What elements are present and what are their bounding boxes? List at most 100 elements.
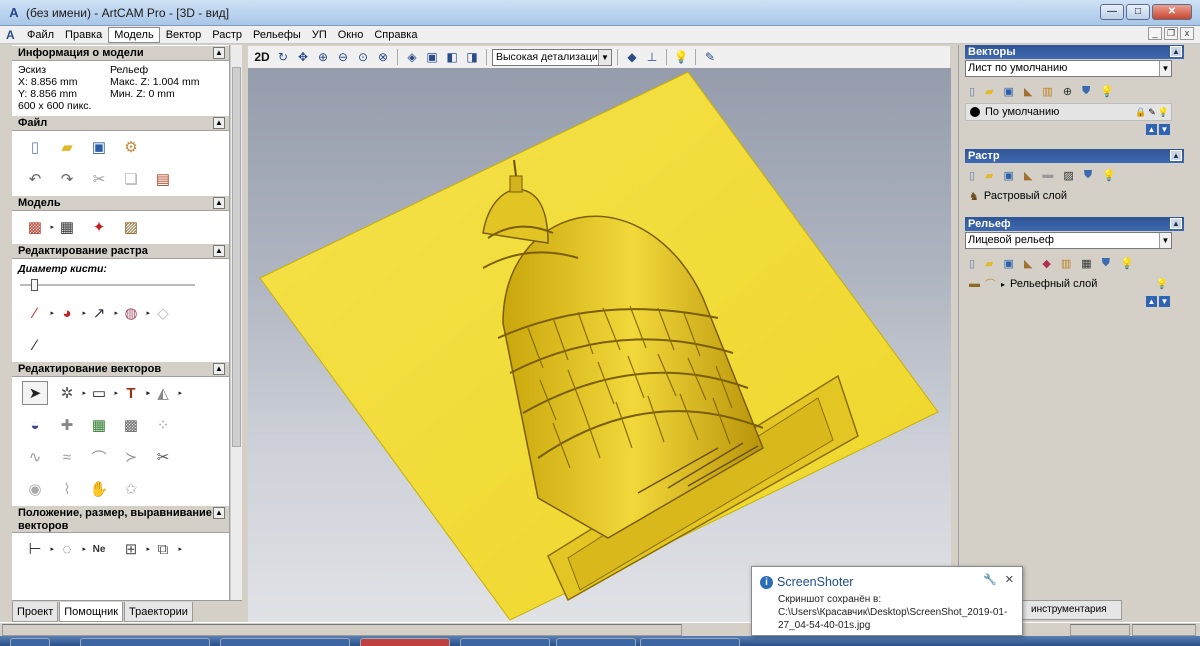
star-icon[interactable]: ✩ bbox=[118, 477, 144, 501]
move-down-icon[interactable]: ▼ bbox=[1159, 124, 1170, 135]
vector-sheet-select[interactable]: Лист по умолчанию ▼ bbox=[965, 60, 1172, 77]
delete-layer-icon[interactable]: ⛊ bbox=[1082, 85, 1090, 98]
hand-icon[interactable]: ✋ bbox=[86, 477, 112, 501]
tab-toolpaths[interactable]: Траектории bbox=[124, 602, 193, 622]
delete-raster-icon[interactable]: ⛊ bbox=[1084, 169, 1092, 182]
menu-raster[interactable]: Растр bbox=[207, 28, 247, 42]
relief-bulb-icon[interactable]: 💡 bbox=[1120, 257, 1134, 270]
fill-icon[interactable]: ◕ ▸ bbox=[54, 301, 86, 325]
rotate-icon[interactable]: ◌ ▸ bbox=[54, 537, 86, 561]
eraser-icon[interactable]: ◇ bbox=[150, 301, 176, 325]
collapse-icon[interactable]: ▲ bbox=[213, 197, 225, 209]
relief-layer-bulb-icon[interactable]: 💡 bbox=[1156, 279, 1168, 290]
light-bulb-icon[interactable]: 💡 bbox=[672, 48, 690, 66]
layer-props-icon[interactable]: ▥ bbox=[1042, 85, 1052, 98]
collapse-icon[interactable]: ▲ bbox=[1170, 150, 1182, 161]
scrollbar-thumb[interactable] bbox=[232, 67, 241, 447]
minimize-button[interactable]: — bbox=[1100, 4, 1124, 20]
join-icon[interactable]: ⌒ bbox=[86, 445, 112, 469]
edit-icon[interactable]: ✎ bbox=[1148, 107, 1156, 118]
paste-icon[interactable]: ▤ bbox=[150, 167, 176, 191]
offset-icon[interactable]: ≻ bbox=[118, 445, 144, 469]
collapse-icon[interactable]: ▲ bbox=[213, 47, 225, 59]
menu-reliefs[interactable]: Рельефы bbox=[248, 28, 306, 42]
raster-image-icon[interactable]: ▨ bbox=[1063, 169, 1073, 182]
model-image-icon[interactable]: ▦ bbox=[54, 215, 80, 239]
raster-bulb-icon[interactable]: 💡 bbox=[1102, 169, 1116, 182]
mirror-icon[interactable]: ⧉ ▸ bbox=[150, 537, 182, 561]
relief-select[interactable]: Лицевой рельеф ▼ bbox=[965, 232, 1172, 249]
new-layer-icon[interactable]: ▯ bbox=[969, 85, 975, 98]
settings-icon[interactable]: 🔧 bbox=[983, 573, 997, 586]
zoom-out-icon[interactable]: ⊖ bbox=[334, 48, 352, 66]
save-icon[interactable]: ▣ bbox=[86, 135, 112, 159]
taskbar-item[interactable] bbox=[360, 638, 450, 646]
select-arrow-icon[interactable]: ➤ bbox=[22, 381, 48, 405]
3d-viewport[interactable] bbox=[248, 68, 951, 622]
raster-layer-row[interactable]: ♞ Растровый слой bbox=[965, 187, 1172, 205]
close-icon[interactable]: ✕ bbox=[1005, 573, 1014, 586]
zoom-fit-icon[interactable]: ⊙ bbox=[354, 48, 372, 66]
scissor-curve-icon[interactable]: ⌇ bbox=[54, 477, 80, 501]
detail-level-select[interactable]: Высокая детализация ▼ bbox=[492, 48, 612, 66]
view-2d-button[interactable]: 2D bbox=[252, 48, 272, 66]
move-down-icon[interactable]: ▼ bbox=[1159, 296, 1170, 307]
zoom-window-icon[interactable]: ⊗ bbox=[374, 48, 392, 66]
material-icon[interactable]: ✎ bbox=[701, 48, 719, 66]
undo-icon[interactable]: ↶ bbox=[22, 167, 48, 191]
brush-icon[interactable]: ∕ ▸ bbox=[22, 301, 54, 325]
collapse-icon[interactable]: ▲ bbox=[1170, 218, 1182, 229]
front-view-icon[interactable]: ▣ bbox=[423, 48, 441, 66]
weld-icon[interactable]: ◉ bbox=[22, 477, 48, 501]
open-relief-icon[interactable]: ▰ bbox=[985, 257, 993, 270]
palette-icon[interactable]: ◍ ▸ bbox=[118, 301, 150, 325]
vector-layer-row[interactable]: По умолчанию 🔒 ✎ 💡 bbox=[965, 103, 1172, 121]
curve-icon[interactable]: ∿ bbox=[22, 445, 48, 469]
node-edit-icon[interactable]: ✲ ▸ bbox=[54, 381, 86, 405]
move-icon[interactable]: ⊢ ▸ bbox=[22, 537, 54, 561]
section-file[interactable]: Файл ▲ bbox=[12, 115, 229, 131]
mdi-close-button[interactable]: x bbox=[1180, 27, 1194, 40]
tab-assistant[interactable]: Помощник bbox=[59, 602, 124, 622]
relief-image-icon[interactable]: ▦ bbox=[1081, 257, 1091, 270]
merge-raster-icon[interactable]: ◣ bbox=[1024, 169, 1032, 182]
vector-grid-icon[interactable]: ▩ bbox=[118, 413, 144, 437]
vector-text-icon[interactable]: ▦ bbox=[86, 413, 112, 437]
collapse-icon[interactable]: ▲ bbox=[1170, 46, 1182, 57]
trim-icon[interactable]: ✂ bbox=[150, 445, 176, 469]
relief-props-icon[interactable]: ▥ bbox=[1061, 257, 1071, 270]
raster-props-icon[interactable]: ▬ bbox=[1042, 169, 1053, 181]
open-layer-icon[interactable]: ▰ bbox=[985, 85, 993, 98]
taskbar-item[interactable] bbox=[640, 638, 740, 646]
redo-icon[interactable]: ↷ bbox=[54, 167, 80, 191]
screenshoter-notification[interactable]: i ScreenShoter 🔧 ✕ Скриншот сохранён в: … bbox=[751, 566, 1023, 636]
menu-vector[interactable]: Вектор bbox=[161, 28, 207, 42]
close-button[interactable]: ✕ bbox=[1152, 4, 1192, 20]
section-model-info[interactable]: Информация о модели ▲ bbox=[12, 45, 229, 61]
taskbar-item[interactable] bbox=[460, 638, 550, 646]
slider-thumb[interactable] bbox=[30, 279, 38, 291]
chevron-down-icon[interactable]: ▼ bbox=[598, 49, 611, 65]
bulb-icon[interactable]: 💡 bbox=[1158, 107, 1169, 118]
save-layer-icon[interactable]: ▣ bbox=[1004, 85, 1014, 98]
new-raster-icon[interactable]: ▯ bbox=[969, 169, 975, 182]
shading-icon[interactable]: ◆ bbox=[623, 48, 641, 66]
merge-layer-icon[interactable]: ◣ bbox=[1024, 85, 1032, 98]
menu-help[interactable]: Справка bbox=[369, 28, 422, 42]
vector-tool-icon[interactable]: ◭ ▸ bbox=[150, 381, 182, 405]
taskbar-item[interactable] bbox=[556, 638, 636, 646]
vector-cut-icon[interactable]: ◒ bbox=[22, 413, 48, 437]
collapse-icon[interactable]: ▲ bbox=[213, 117, 225, 129]
save-raster-icon[interactable]: ▣ bbox=[1004, 169, 1014, 182]
vectors-header[interactable]: Векторы ▲ bbox=[965, 45, 1184, 59]
model-origin-icon[interactable]: ✦ bbox=[86, 215, 112, 239]
section-position[interactable]: Положение, размер, выравнивание векторов… bbox=[12, 505, 229, 533]
vector-add-icon[interactable]: ✚ bbox=[54, 413, 80, 437]
save-relief-icon[interactable]: ▣ bbox=[1004, 257, 1014, 270]
move-up-icon[interactable]: ▲ bbox=[1146, 124, 1157, 135]
new-relief-icon[interactable]: ▯ bbox=[969, 257, 975, 270]
layer-attach-icon[interactable]: ⊕ bbox=[1063, 85, 1072, 98]
section-raster-edit[interactable]: Редактирование растра ▲ bbox=[12, 243, 229, 259]
pipette-icon[interactable]: ↗ ▸ bbox=[86, 301, 118, 325]
maximize-button[interactable]: □ bbox=[1126, 4, 1150, 20]
